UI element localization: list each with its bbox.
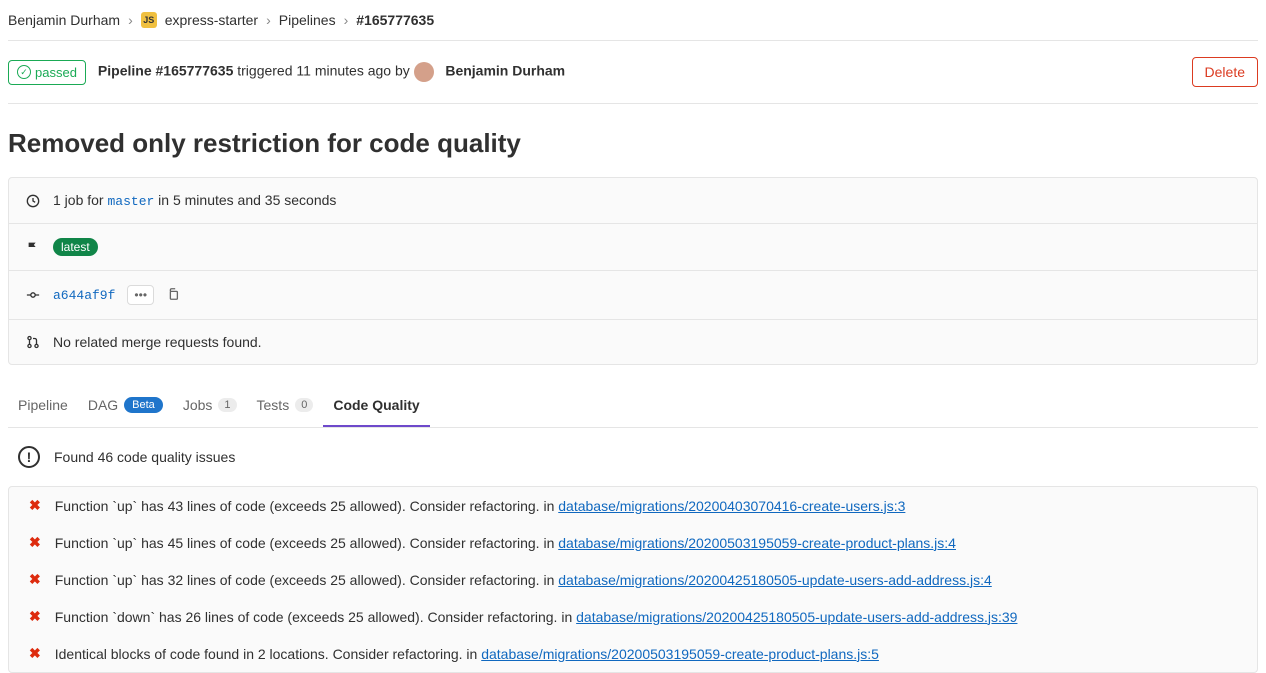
in-label: in [463,646,482,662]
chevron-right-icon: › [344,12,349,28]
breadcrumb-owner[interactable]: Benjamin Durham [8,12,120,28]
issue-path-link[interactable]: database/migrations/20200503195059-creat… [481,646,879,662]
commit-icon [25,288,41,302]
issue-path-link[interactable]: database/migrations/20200403070416-creat… [558,498,905,514]
pipeline-info-panel: 1 job for master in 5 minutes and 35 sec… [8,177,1258,365]
pipeline-trigger-text: Pipeline #165777635 triggered 11 minutes… [98,62,1180,82]
breadcrumb-section[interactable]: Pipelines [279,12,336,28]
branch-link[interactable]: master [107,194,154,209]
tab-dag-label: DAG [88,397,118,413]
clock-icon [25,194,41,208]
commit-row: a644af9f ••• [9,271,1257,320]
issue-row: ✖ Function `up` has 45 lines of code (exc… [9,524,1257,561]
copy-sha-button[interactable] [166,287,180,304]
page-title: Removed only restriction for code qualit… [8,104,1258,177]
issue-description: Function `up` has 43 lines of code (exce… [55,498,540,514]
tab-code-quality[interactable]: Code Quality [323,385,429,427]
breadcrumb: Benjamin Durham › JS express-starter › P… [8,0,1258,41]
breadcrumb-project[interactable]: express-starter [165,12,258,28]
jobs-summary-row: 1 job for master in 5 minutes and 35 sec… [9,178,1257,224]
issue-description: Function `down` has 26 lines of code (ex… [55,609,558,625]
jobs-suffix: in 5 minutes and 35 seconds [154,192,336,208]
in-label: in [540,572,559,588]
issue-row: ✖ Function `down` has 26 lines of code (e… [9,598,1257,635]
issues-panel: ✖ Function `up` has 43 lines of code (exc… [8,486,1258,673]
issue-row: ✖ Function `up` has 43 lines of code (exc… [9,487,1257,524]
jobs-summary-text: 1 job for master in 5 minutes and 35 sec… [53,192,336,209]
issue-description: Function `up` has 45 lines of code (exce… [55,535,540,551]
tab-jobs-label: Jobs [183,397,213,413]
breadcrumb-current: #165777635 [356,12,434,28]
pipeline-header: ✓ passed Pipeline #165777635 triggered 1… [8,41,1258,104]
error-icon: ✖ [29,571,41,588]
issue-path-link[interactable]: database/migrations/20200503195059-creat… [558,535,956,551]
pipeline-id: Pipeline #165777635 [98,63,233,79]
triggered-user: Benjamin Durham [445,63,565,79]
expand-commit-button[interactable]: ••• [127,285,154,305]
no-mr-text: No related merge requests found. [53,334,262,350]
triggered-when: triggered 11 minutes ago by [233,63,413,79]
latest-badge: latest [53,238,98,256]
issue-description: Identical blocks of code found in 2 loca… [55,646,463,662]
error-icon: ✖ [29,645,41,662]
tabs: Pipeline DAG Beta Jobs 1 Tests 0 Code Qu… [8,385,1258,428]
status-badge[interactable]: ✓ passed [8,60,86,85]
chevron-right-icon: › [128,12,133,28]
avatar[interactable] [414,62,434,82]
tab-tests-label: Tests [257,397,290,413]
tab-tests[interactable]: Tests 0 [247,385,324,427]
jobs-count-badge: 1 [218,398,236,412]
commit-sha-link[interactable]: a644af9f [53,288,115,303]
issue-path-link[interactable]: database/migrations/20200425180505-updat… [558,572,992,588]
tab-pipeline[interactable]: Pipeline [8,385,78,427]
issue-text: Function `up` has 32 lines of code (exce… [55,572,1237,588]
check-circle-icon: ✓ [17,65,31,79]
delete-button[interactable]: Delete [1192,57,1258,87]
tab-dag[interactable]: DAG Beta [78,385,173,427]
tests-count-badge: 0 [295,398,313,412]
status-text: passed [35,65,77,80]
in-label: in [557,609,576,625]
error-icon: ✖ [29,534,41,551]
info-circle-icon: ! [18,446,40,468]
tags-row: latest [9,224,1257,271]
error-icon: ✖ [29,608,41,625]
tab-jobs[interactable]: Jobs 1 [173,385,247,427]
merge-request-icon [25,335,41,349]
merge-requests-row: No related merge requests found. [9,320,1257,364]
chevron-right-icon: › [266,12,271,28]
issue-path-link[interactable]: database/migrations/20200425180505-updat… [576,609,1017,625]
error-icon: ✖ [29,497,41,514]
in-label: in [540,535,559,551]
jobs-prefix: 1 job for [53,192,107,208]
issue-text: Function `down` has 26 lines of code (ex… [55,609,1237,625]
beta-badge: Beta [124,397,163,413]
flag-icon [25,240,41,254]
code-quality-summary: ! Found 46 code quality issues [8,428,1258,486]
project-avatar-icon: JS [141,12,157,28]
issue-text: Function `up` has 45 lines of code (exce… [55,535,1237,551]
issue-text: Identical blocks of code found in 2 loca… [55,646,1237,662]
issue-row: ✖ Function `up` has 32 lines of code (exc… [9,561,1257,598]
issue-description: Function `up` has 32 lines of code (exce… [55,572,540,588]
issue-text: Function `up` has 43 lines of code (exce… [55,498,1237,514]
issue-row: ✖ Identical blocks of code found in 2 loc… [9,635,1257,672]
summary-text: Found 46 code quality issues [54,449,235,465]
in-label: in [540,498,559,514]
